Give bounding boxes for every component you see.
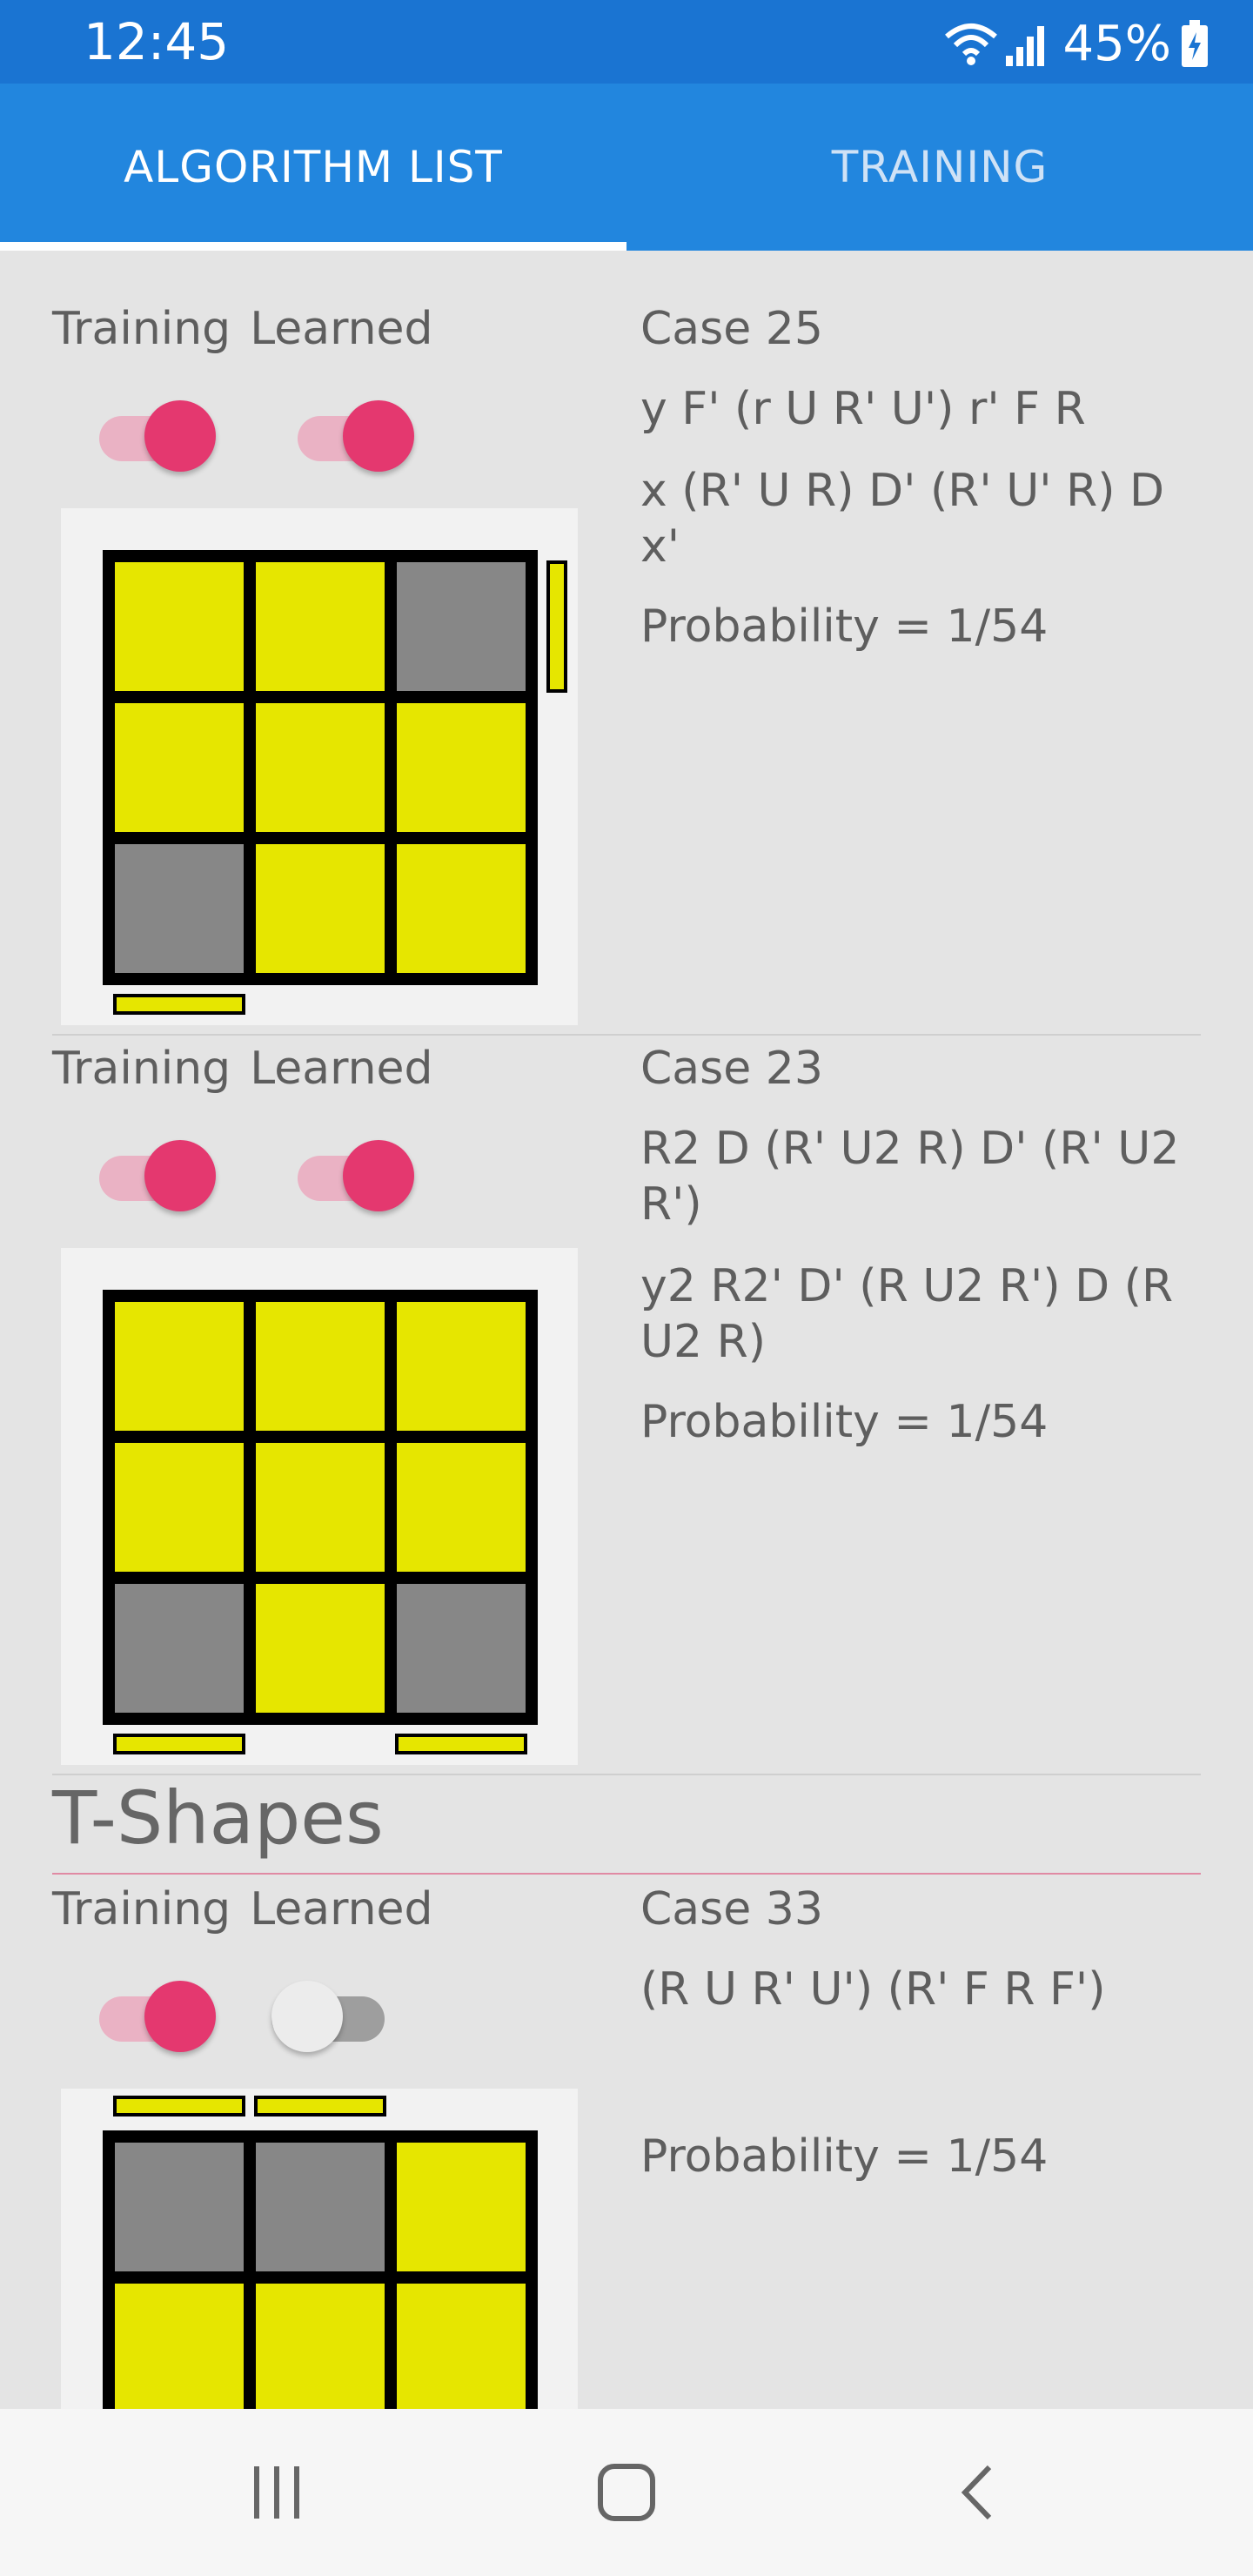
training-toggle[interactable]: [99, 1131, 221, 1211]
case-title: Case 23: [640, 1043, 1215, 1095]
toggle-thumb: [343, 400, 414, 472]
toggle-thumb: [343, 1140, 414, 1211]
algorithm-text: (R U R' U') (R' F R F'): [640, 1963, 1106, 2016]
recent-apps-button[interactable]: [190, 2409, 364, 2576]
home-button[interactable]: [539, 2409, 714, 2576]
signal-icon: [1005, 25, 1044, 66]
active-tab-indicator: [0, 242, 626, 251]
probability-text: Probability = 1/54: [640, 2130, 1049, 2183]
back-icon: [961, 2465, 992, 2520]
algorithm-text: y F' (r U R' U') r' F R: [640, 383, 1086, 435]
tab-algorithm-list[interactable]: ALGORITHM LIST: [0, 84, 626, 251]
tab-training-label: TRAINING: [831, 142, 1049, 192]
training-toggle[interactable]: [99, 392, 221, 472]
learned-toggle[interactable]: [298, 1131, 419, 1211]
learned-toggle[interactable]: [271, 1972, 393, 2052]
toggle-labels: Training Learned: [52, 303, 452, 355]
case-number: 25: [765, 303, 823, 355]
toggle-thumb: [144, 1140, 216, 1211]
recent-apps-icon: [254, 2466, 299, 2519]
battery-percentage: 45%: [1062, 16, 1171, 72]
cube-diagram: [61, 1248, 578, 1765]
probability-text: Probability = 1/54: [640, 600, 1049, 653]
learned-label: Learned: [250, 1883, 433, 1935]
wifi-icon: [944, 23, 997, 65]
case-item-33: Training Learned Case 33 (R U R' U') (R'…: [0, 1831, 1253, 2409]
toggle-thumb: [144, 1981, 216, 2052]
learned-label: Learned: [250, 1043, 433, 1095]
toggle-thumb: [144, 400, 216, 472]
back-button[interactable]: [889, 2409, 1063, 2576]
tab-training[interactable]: TRAINING: [626, 84, 1253, 251]
learned-label: Learned: [250, 303, 433, 355]
toggle-labels: Training Learned: [52, 1043, 452, 1095]
algorithm-text: R2 D (R' U2 R) D' (R' U2 R'): [640, 1123, 1180, 1231]
status-icons: 45%: [943, 16, 1209, 72]
algorithm-text: y2 R2' D' (R U2 R') D (R U2 R): [640, 1260, 1174, 1368]
cube-diagram: [61, 508, 578, 1025]
tab-algorithm-list-label: ALGORITHM LIST: [124, 142, 503, 192]
toggle-labels: Training Learned: [52, 1883, 452, 1935]
home-icon: [598, 2464, 655, 2521]
case-title-prefix: Case: [640, 1043, 752, 1095]
case-title: Case 33: [640, 1883, 1215, 1935]
case-number: 33: [765, 1883, 823, 1935]
navigation-bar: [0, 2409, 1253, 2576]
case-item-25: Training Learned Case 25 y F' (r U R' U'…: [0, 251, 1253, 1034]
probability-text: Probability = 1/54: [640, 1396, 1049, 1448]
case-title: Case 25: [640, 303, 1215, 355]
tab-bar: ALGORITHM LIST TRAINING: [0, 84, 1253, 251]
training-label: Training: [52, 1883, 231, 1935]
status-bar: 12:45 45%: [0, 0, 1253, 84]
toggle-thumb: [271, 1981, 343, 2052]
learned-toggle[interactable]: [298, 392, 419, 472]
case-number: 23: [765, 1043, 823, 1095]
algorithm-text: x (R' U R) D' (R' U' R) D x': [640, 465, 1165, 573]
training-label: Training: [52, 303, 231, 355]
case-title-prefix: Case: [640, 1883, 752, 1935]
battery-charging-icon: [1182, 19, 1208, 67]
training-label: Training: [52, 1043, 231, 1095]
case-item-23: Training Learned Case 23 R2 D (R' U2 R) …: [0, 990, 1253, 1774]
status-time: 12:45: [84, 12, 230, 71]
training-toggle[interactable]: [99, 1972, 221, 2052]
algorithm-list[interactable]: Training Learned Case 25 y F' (r U R' U'…: [0, 251, 1253, 2409]
case-title-prefix: Case: [640, 303, 752, 355]
cube-diagram: [61, 2089, 578, 2409]
